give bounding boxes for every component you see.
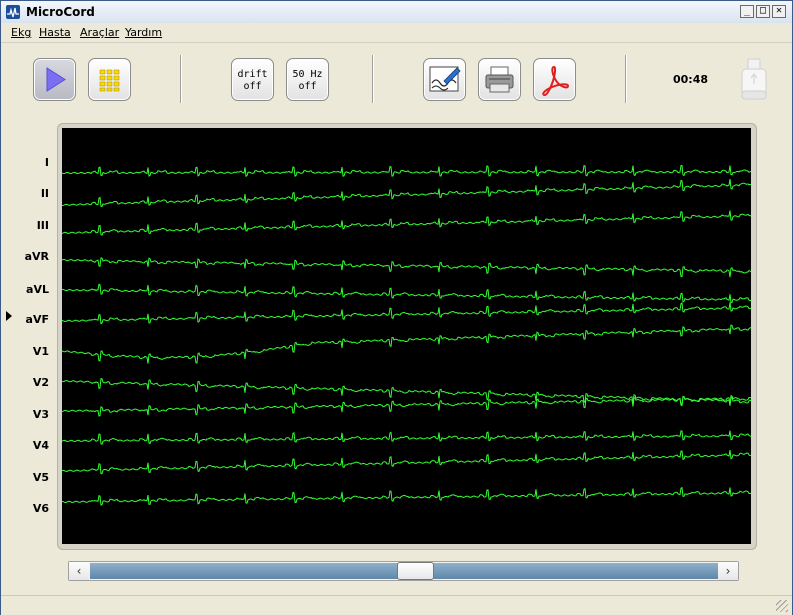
menu-ekg[interactable]: Ekg	[11, 26, 31, 39]
ecg-trace-aVF	[62, 302, 751, 325]
printer-icon	[485, 66, 514, 93]
ecg-trace-V3	[62, 395, 751, 417]
ecg-trace-V4	[62, 430, 751, 445]
horizontal-scrollbar[interactable]: ‹ ›	[68, 561, 739, 581]
lead-label: V5	[32, 471, 49, 484]
menu-araclar[interactable]: Araçlar	[80, 26, 119, 39]
menu-bar: Ekg Hasta Araçlar Yardım	[1, 23, 792, 43]
scroll-left-button[interactable]: ‹	[69, 562, 89, 580]
menu-yardim[interactable]: Yardım	[125, 26, 162, 39]
minimize-button[interactable]: _	[740, 5, 754, 18]
hz-filter-label: 50 Hz	[292, 69, 323, 80]
play-icon	[46, 67, 66, 92]
lead-label: aVL	[26, 283, 49, 296]
hz-filter-state: off	[298, 81, 317, 92]
maximize-button[interactable]: □	[756, 5, 770, 18]
scroll-right-button[interactable]: ›	[718, 562, 738, 580]
lead-label: V6	[32, 502, 49, 515]
ecg-trace-V1	[62, 324, 751, 364]
window-title: MicroCord	[26, 5, 95, 19]
grid-icon	[99, 69, 120, 92]
lead-label: V4	[32, 439, 49, 452]
print-button[interactable]	[478, 58, 521, 101]
scroll-track[interactable]	[90, 562, 718, 580]
ecg-trace-III	[62, 210, 751, 236]
resize-grip[interactable]	[776, 600, 788, 612]
lead-label: aVF	[25, 313, 49, 326]
lead-label: V2	[32, 376, 49, 389]
layout-grid-button[interactable]	[88, 58, 131, 101]
status-bar	[1, 595, 792, 615]
ecg-trace-V6	[62, 486, 751, 506]
play-button[interactable]	[33, 58, 76, 101]
toolbar: drift off 50 Hz off 00:48	[1, 43, 792, 117]
ecg-trace-I	[62, 164, 751, 177]
toolbar-separator	[625, 55, 627, 103]
edit-report-button[interactable]	[423, 58, 466, 101]
lead-label: III	[36, 219, 49, 232]
ecg-trace-V5	[62, 450, 751, 475]
recording-timer: 00:48	[673, 73, 709, 86]
drift-state: off	[243, 81, 262, 92]
lead-label: I	[44, 156, 49, 169]
close-button[interactable]: ✕	[772, 5, 786, 18]
scroll-thumb[interactable]	[397, 562, 435, 580]
toolbar-separator	[372, 55, 374, 103]
ecg-trace-II	[62, 179, 751, 208]
title-bar: MicroCord _ □ ✕	[1, 1, 792, 24]
pen-chart-icon	[429, 66, 461, 92]
pdf-export-button[interactable]	[533, 58, 576, 101]
hz-filter-button[interactable]: 50 Hz off	[286, 58, 329, 101]
pdf-icon	[542, 65, 570, 97]
drift-filter-button[interactable]: drift off	[231, 58, 274, 101]
ecg-trace-aVL	[62, 283, 751, 304]
app-logo-icon	[6, 5, 20, 19]
lead-label: aVR	[24, 250, 49, 263]
ecg-trace-aVR	[62, 257, 751, 278]
ecg-waveform-display[interactable]	[62, 128, 751, 544]
menu-hasta[interactable]: Hasta	[39, 26, 71, 39]
lead-label: V1	[32, 345, 49, 358]
toolbar-separator	[180, 55, 182, 103]
drift-label: drift	[237, 69, 268, 80]
app-window: MicroCord _ □ ✕ Ekg Hasta Araçlar Yardım	[0, 0, 793, 615]
lead-label: II	[40, 187, 49, 200]
lead-label: V3	[32, 408, 49, 421]
usb-device-icon	[741, 58, 767, 100]
